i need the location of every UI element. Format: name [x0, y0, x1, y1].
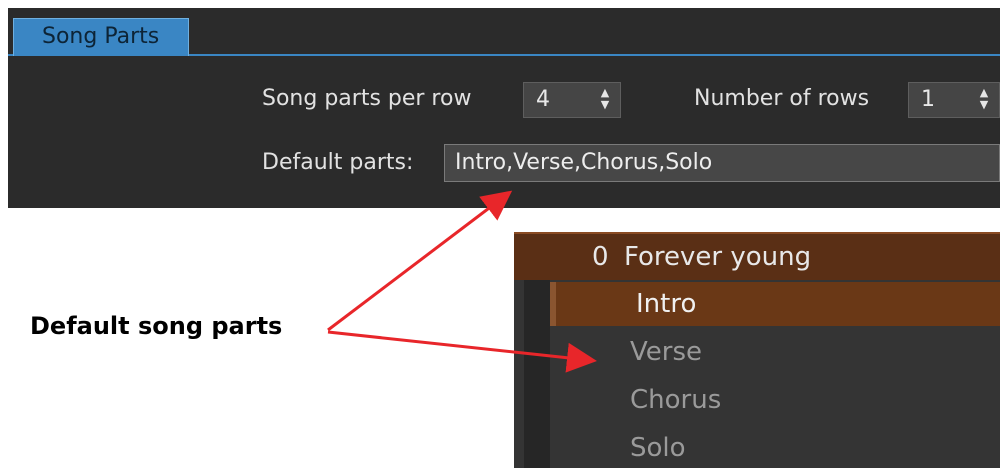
- arrow-to-default-parts: [327, 190, 513, 332]
- arrow-to-song-parts: [327, 330, 597, 373]
- annotation-arrows: [327, 190, 597, 373]
